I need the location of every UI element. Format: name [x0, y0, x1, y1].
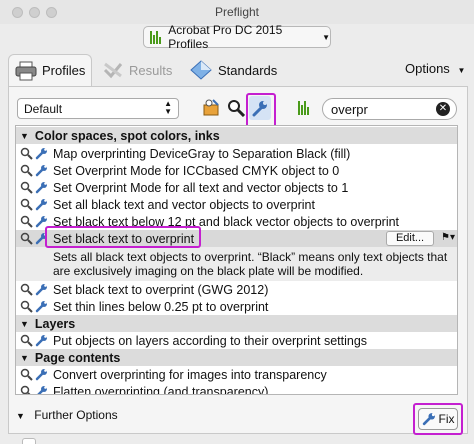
magnifier-icon	[20, 283, 33, 296]
disclosure-triangle-icon: ▼	[20, 352, 29, 363]
tab-standards[interactable]: Standards	[190, 54, 277, 86]
chevron-down-icon: ▼	[457, 66, 466, 75]
results-icon	[103, 62, 123, 79]
options-menu-button[interactable]: Options ▼	[405, 61, 465, 76]
list-item-label: Set Overprint Mode for ICCbased CMYK obj…	[53, 163, 340, 178]
profile-library-filter-button[interactable]	[296, 96, 318, 120]
magnifier-icon	[20, 181, 33, 194]
wrench-icon	[35, 369, 47, 381]
printer-icon	[15, 61, 37, 80]
list-item-label: Set thin lines below 0.25 pt to overprin…	[53, 299, 269, 314]
description-line: Sets all black text objects to overprint…	[53, 250, 448, 264]
show-checks-button[interactable]	[225, 96, 247, 120]
group-header[interactable]: ▼ Layers	[16, 315, 457, 332]
profile-library-dropdown[interactable]: Acrobat Pro DC 2015 Profiles ▼	[143, 23, 331, 51]
tab-standards-label: Standards	[218, 62, 278, 78]
magnifier-icon	[20, 334, 33, 347]
list-item[interactable]: Map overprinting DeviceGray to Separatio…	[16, 145, 457, 162]
magnifier-icon	[20, 232, 33, 245]
group-header[interactable]: ▼ Color spaces, spot colors, inks	[16, 127, 457, 144]
disclosure-triangle-icon: ▼	[20, 130, 29, 141]
list-item-label: Convert overprinting for images into tra…	[53, 367, 327, 382]
library-filter-icon	[297, 100, 311, 115]
library-select-value: Default	[24, 102, 63, 116]
show-fixups-filter-button[interactable]	[200, 96, 222, 120]
wrench-icon	[35, 335, 47, 347]
magnifier-icon	[20, 147, 33, 160]
flag-dropdown-icon[interactable]: ⚑▾	[441, 232, 455, 243]
list-item[interactable]: Flatten overprinting (and transparency)	[16, 383, 457, 395]
magnifier-icon	[20, 368, 33, 381]
list-item[interactable]: Put objects on layers according to their…	[16, 332, 457, 349]
wrench-icon	[35, 148, 47, 160]
disclosure-triangle-icon: ▼	[16, 411, 25, 421]
wrench-icon	[35, 199, 47, 211]
list-item-label: Set black text to overprint (GWG 2012)	[53, 282, 269, 297]
further-options-toggle[interactable]: ▼ Further Options	[16, 408, 118, 422]
list-item[interactable]: Set all black text and vector objects to…	[16, 196, 457, 213]
list-item-label: Set all black text and vector objects to…	[53, 197, 315, 212]
tab-results-label: Results	[129, 62, 173, 78]
library-select[interactable]: Default ▲ ▼	[17, 98, 179, 119]
wrench-icon	[35, 165, 47, 177]
wrench-icon	[35, 301, 47, 313]
magnifier-icon	[20, 198, 33, 211]
list-item-label: Set Overprint Mode for all text and vect…	[53, 180, 349, 195]
further-options-label: Further Options	[34, 408, 118, 422]
magnifier-icon	[20, 215, 33, 228]
tab-profiles[interactable]: Profiles	[8, 54, 92, 86]
profile-library-value: Acrobat Pro DC 2015 Profiles	[168, 23, 283, 51]
title-bar: Preflight	[0, 0, 474, 24]
search-input[interactable]: overpr ✕	[322, 98, 457, 120]
magnifier-icon	[20, 385, 31, 394]
edit-button[interactable]: Edit...	[386, 231, 434, 246]
wrench-icon	[37, 386, 47, 394]
select-arrows-icon: ▲ ▼	[164, 99, 172, 116]
list-item[interactable]: Convert overprinting for images into tra…	[16, 366, 457, 383]
group-label: Page contents	[34, 350, 121, 365]
selected-item-description: Sets all black text objects to overprint…	[16, 247, 457, 281]
window-title: Preflight	[214, 5, 260, 19]
profile-library-icon	[150, 30, 162, 44]
list-item[interactable]: Set black text to overprint (GWG 2012)	[16, 281, 457, 298]
highlight-selected-item	[45, 226, 201, 248]
list-item[interactable]: Set Overprint Mode for all text and vect…	[16, 179, 457, 196]
highlight-fixups-button	[246, 93, 276, 129]
list-item[interactable]: Set thin lines below 0.25 pt to overprin…	[16, 298, 457, 315]
profiles-list: ▼ Color spaces, spot colors, inks Map ov…	[15, 125, 458, 395]
list-item[interactable]: Set Overprint Mode for ICCbased CMYK obj…	[16, 162, 457, 179]
group-header[interactable]: ▼ Page contents	[16, 349, 457, 366]
magnifier-icon	[228, 100, 245, 117]
wrench-icon	[35, 182, 47, 194]
magnifier-icon	[20, 300, 33, 313]
wrench-icon	[35, 284, 47, 296]
clear-icon[interactable]: ✕	[436, 102, 450, 116]
tab-results[interactable]: Results	[102, 54, 172, 86]
group-label: Color spaces, spot colors, inks	[34, 128, 220, 143]
group-label: Layers	[34, 316, 76, 331]
highlight-fix-button	[413, 403, 463, 435]
standards-icon	[190, 60, 212, 80]
disclosure-triangle-icon: ▼	[20, 318, 29, 329]
options-label: Options	[405, 61, 450, 76]
filter-tools-icon	[203, 99, 219, 116]
chevron-down-icon: ▼	[322, 32, 330, 42]
tab-profiles-label: Profiles	[42, 63, 86, 78]
magnifier-icon	[20, 164, 33, 177]
search-value: overpr	[331, 102, 368, 117]
list-item-label: Map overprinting DeviceGray to Separatio…	[53, 146, 351, 161]
list-item-label: Flatten overprinting (and transparency)	[53, 384, 269, 395]
checkbox-partial[interactable]	[22, 438, 36, 444]
list-item-label: Put objects on layers according to their…	[53, 333, 368, 348]
description-line: are exclusively imaging on the black pla…	[53, 264, 364, 278]
